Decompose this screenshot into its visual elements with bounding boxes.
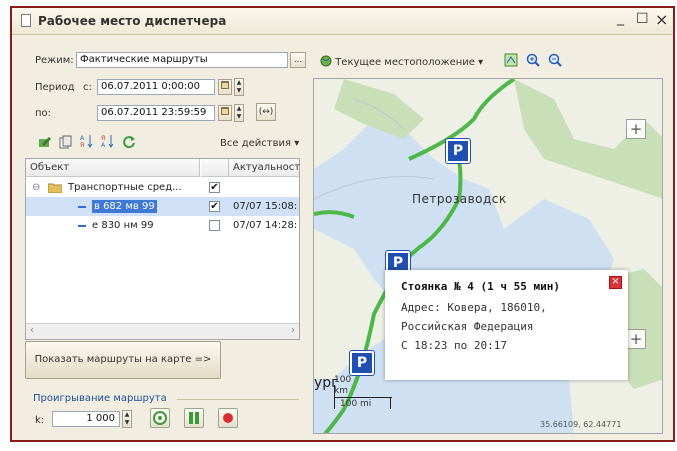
copy-icon[interactable]	[59, 135, 73, 149]
all-actions-menu[interactable]: Все действия ▾	[220, 138, 299, 149]
window-title: Рабочее место диспетчера	[38, 14, 227, 28]
pause-icon	[189, 412, 199, 424]
pause-button[interactable]	[184, 408, 204, 428]
mode-select-button[interactable]: ...	[290, 52, 306, 68]
scroll-right-icon[interactable]: ›	[291, 325, 295, 336]
parking-marker-south[interactable]: P	[350, 351, 374, 375]
svg-text:Я: Я	[80, 142, 84, 148]
row-checkbox[interactable]	[209, 220, 220, 231]
scale-km-label: km	[334, 386, 348, 396]
maximize-button[interactable]: ☐	[636, 11, 649, 27]
sort-desc-icon[interactable]: ЯA	[101, 134, 115, 148]
play-button[interactable]	[150, 408, 170, 428]
table-row-selected[interactable]: в 682 мв 99 ✔ 07/07 15:08:	[26, 197, 299, 216]
row-name: Транспортные сред...	[68, 182, 182, 193]
folder-icon	[48, 183, 62, 193]
playback-section-label: Проигрывание маршрута	[33, 393, 167, 404]
period-from-field[interactable]: 06.07.2011 0:00:00	[97, 79, 215, 95]
svg-text:Я: Я	[101, 135, 105, 142]
calendar-icon	[221, 81, 229, 89]
table-row[interactable]: ⊖ Транспортные сред... ✔	[26, 178, 299, 197]
zoom-out-icon[interactable]	[548, 53, 562, 67]
row-name: е 830 нм 99	[92, 220, 154, 231]
coordinates-readout: 35.66109, 62.44771	[540, 420, 622, 429]
calendar-icon	[221, 107, 229, 115]
current-location-menu[interactable]: Текущее местоположение ▾	[320, 55, 483, 68]
calendar-to-button[interactable]	[218, 105, 232, 121]
city-label: Петрозаводск	[412, 192, 507, 206]
globe-icon	[320, 55, 332, 67]
column-header-object[interactable]: Объект	[26, 159, 200, 177]
title-bar: Рабочее место диспетчера _ ☐ ×	[12, 8, 673, 35]
chevron-down-icon: ▾	[478, 57, 484, 68]
current-location-label: Текущее местоположение	[335, 57, 475, 68]
close-button[interactable]: ×	[655, 10, 668, 29]
chevron-down-icon: ▾	[294, 138, 300, 149]
scroll-left-icon[interactable]: ‹	[30, 325, 34, 336]
vehicle-icon	[78, 206, 86, 208]
minimize-button[interactable]: _	[617, 10, 624, 26]
period-select-button[interactable]: (↔)	[256, 103, 276, 121]
edit-icon[interactable]	[38, 135, 52, 149]
horizontal-scrollbar[interactable]: ‹ ›	[26, 323, 299, 339]
from-label: с:	[83, 82, 92, 93]
sort-asc-icon[interactable]: AЯ	[80, 134, 94, 148]
map-zoom-in-button[interactable]: +	[626, 119, 646, 139]
map-zoom-in-button-lower[interactable]: +	[626, 329, 646, 349]
period-label: Период	[35, 82, 75, 93]
parking-marker-north[interactable]: P	[446, 139, 470, 163]
popup-time: С 18:23 по 20:17	[401, 339, 507, 352]
row-checkbox[interactable]: ✔	[209, 201, 220, 212]
document-icon	[21, 14, 31, 27]
mode-field[interactable]: Фактические маршруты	[76, 52, 288, 68]
parking-popup: Стоянка № 4 (1 ч 55 мин) Адрес: Ковера, …	[385, 270, 628, 380]
layers-icon[interactable]	[504, 53, 518, 67]
collapse-icon[interactable]: ⊖	[32, 178, 40, 197]
scale-mi-label: 100 mi	[340, 399, 372, 409]
zoom-in-icon[interactable]	[526, 53, 540, 67]
speed-k-field[interactable]: 1 000	[52, 411, 120, 427]
all-actions-label: Все действия	[220, 138, 291, 149]
mode-label: Режим:	[35, 55, 74, 66]
objects-table: Объект Актуальност ⊖ Транспортные сред..…	[25, 158, 300, 340]
speed-k-spinner[interactable]: ▲ ▼	[122, 410, 132, 428]
period-from-spinner[interactable]: ▲ ▼	[234, 78, 244, 96]
row-checkbox[interactable]: ✔	[209, 182, 220, 193]
period-to-field[interactable]: 06.07.2011 23:59:59	[97, 105, 215, 121]
period-to-spinner[interactable]: ▲ ▼	[234, 104, 244, 122]
scale-bar: 100 km 100 mi	[334, 375, 394, 415]
table-row[interactable]: е 830 нм 99 07/07 14:28:	[26, 216, 299, 235]
column-header-check[interactable]	[201, 159, 229, 177]
vehicle-icon	[78, 225, 86, 227]
svg-text:A: A	[80, 135, 85, 142]
show-routes-button[interactable]: Показать маршруты на карте =>	[25, 341, 221, 379]
row-actuality: 07/07 15:08:	[233, 201, 298, 212]
svg-text:A: A	[101, 142, 106, 148]
popup-country: Российская Федерация	[401, 320, 534, 333]
stop-button[interactable]	[218, 408, 238, 428]
popup-close-button[interactable]: ×	[609, 276, 622, 289]
map-view[interactable]: P P P Петрозаводск ург + + 100 km 100 mi…	[313, 78, 663, 434]
popup-title: Стоянка № 4 (1 ч 55 мин)	[401, 280, 560, 293]
section-divider	[177, 399, 299, 400]
column-header-actuality[interactable]: Актуальност	[229, 159, 300, 177]
k-label: k:	[35, 415, 45, 426]
scale-top-label: 100	[334, 375, 352, 385]
record-stop-icon	[223, 413, 233, 423]
popup-address: Адрес: Ковера, 186010,	[401, 301, 547, 314]
row-name: в 682 мв 99	[92, 200, 157, 213]
row-actuality: 07/07 14:28:	[233, 220, 298, 231]
calendar-from-button[interactable]	[218, 79, 232, 95]
play-icon	[153, 411, 167, 425]
to-label: по:	[35, 108, 52, 119]
refresh-icon[interactable]	[122, 135, 136, 149]
